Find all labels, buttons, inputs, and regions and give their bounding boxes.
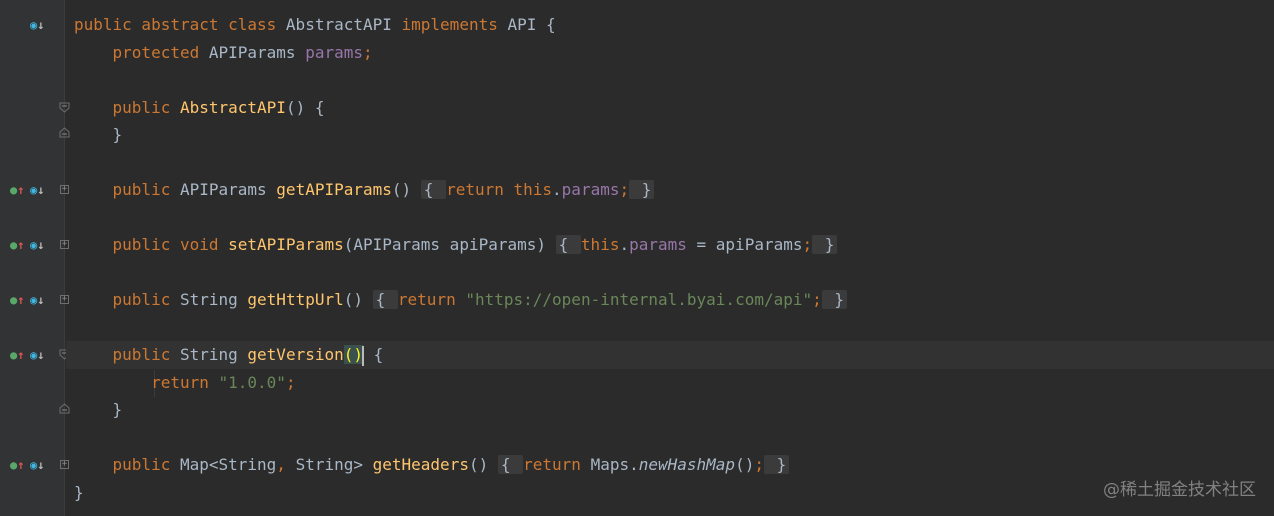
method-name: getAPIParams [276, 180, 392, 199]
folded-brace[interactable]: } [812, 235, 838, 254]
code-text: () [343, 290, 363, 309]
override-icon[interactable]: ●↑ [10, 458, 24, 472]
keyword: return [151, 373, 219, 392]
code-line[interactable]: public AbstractAPI() { [66, 94, 1274, 122]
keyword: public void [112, 235, 229, 254]
code-line[interactable]: } [66, 121, 1274, 149]
string-literal: "1.0.0" [218, 373, 286, 392]
closing-brace: } [112, 125, 123, 144]
keyword: return [397, 290, 466, 309]
code-line[interactable]: public Map<String, String> getHeaders() … [66, 451, 1274, 479]
code-line[interactable]: return "1.0.0"; [66, 369, 1274, 397]
keyword: protected [112, 43, 209, 62]
static-method-call: newHashMap [638, 455, 736, 474]
editor-gutter [0, 0, 64, 516]
implemented-icon[interactable]: ◉↓ [30, 458, 44, 472]
folded-brace[interactable]: } [629, 180, 655, 199]
code-text: . [552, 180, 562, 199]
folded-brace[interactable]: { [372, 290, 398, 309]
closing-brace: } [74, 483, 84, 502]
code-text: () [735, 455, 755, 474]
implemented-icon[interactable]: ◉↓ [30, 348, 44, 362]
code-line[interactable]: public void setAPIParams(APIParams apiPa… [66, 231, 1274, 259]
keyword: this [513, 180, 553, 199]
keyword: public [112, 455, 180, 474]
semicolon: ; [619, 180, 630, 199]
code-text: { [364, 345, 384, 364]
method-name: getHeaders [372, 455, 469, 474]
matched-paren: ( [343, 345, 354, 364]
keyword: public abstract class [74, 15, 286, 34]
semicolon: ; [812, 290, 822, 309]
code-line[interactable]: public abstract class AbstractAPI implem… [66, 11, 1274, 39]
code-text: . [619, 235, 630, 254]
code-text: () [468, 455, 489, 474]
field-name: params [305, 43, 363, 62]
field-name: params [629, 235, 687, 254]
keyword: return [523, 455, 591, 474]
override-icon[interactable]: ●↑ [10, 293, 24, 307]
code-line[interactable]: public String getHttpUrl() { return "htt… [66, 286, 1274, 314]
constructor-name: AbstractAPI [179, 98, 286, 117]
keyword: public [112, 98, 180, 117]
type-name: String [179, 290, 248, 309]
method-name: getHttpUrl [247, 290, 344, 309]
code-text: API { [507, 15, 556, 34]
code-line[interactable]: protected APIParams params; [66, 39, 1274, 67]
override-icon[interactable]: ●↑ [10, 238, 24, 252]
semicolon: ; [754, 455, 764, 474]
method-name: getVersion [247, 345, 344, 364]
code-text: () { [285, 98, 325, 117]
override-icon[interactable]: ●↑ [10, 183, 24, 197]
folded-brace[interactable]: { [555, 235, 581, 254]
comma: , [276, 455, 296, 474]
keyword: implements [401, 15, 508, 34]
code-text: (APIParams apiParams) [343, 235, 547, 254]
watermark: @稀土掘金技术社区 [1103, 480, 1256, 500]
code-line-current[interactable]: public String getVersion() { [66, 341, 1274, 369]
folded-brace[interactable]: } [821, 290, 848, 309]
override-icon[interactable]: ●↑ [10, 348, 24, 362]
keyword: public [112, 180, 180, 199]
semicolon: ; [802, 235, 813, 254]
field-name: params [561, 180, 620, 199]
keyword: public [112, 345, 180, 364]
closing-brace: } [112, 400, 123, 419]
code-text: = apiParams [686, 235, 803, 254]
implemented-icon[interactable]: ◉↓ [30, 293, 44, 307]
keyword: return [446, 180, 514, 199]
semicolon: ; [285, 373, 296, 392]
class-ref: Maps. [590, 455, 639, 474]
type-name: String> [295, 455, 373, 474]
semicolon: ; [362, 43, 373, 62]
gutter-separator [64, 0, 65, 516]
implemented-icon[interactable]: ◉↓ [30, 238, 44, 252]
folded-brace[interactable]: { [420, 180, 447, 199]
type-name: APIParams [179, 180, 277, 199]
code-line[interactable]: } [66, 396, 1274, 424]
method-name: setAPIParams [228, 235, 344, 254]
implemented-icon[interactable]: ◉↓ [30, 183, 44, 197]
folded-brace[interactable]: } [763, 455, 790, 474]
type-name: Map<String [179, 455, 277, 474]
keyword: public [112, 290, 180, 309]
type-name: APIParams [208, 43, 306, 62]
code-line[interactable]: public APIParams getAPIParams() { return… [66, 176, 1274, 204]
type-name: String [179, 345, 248, 364]
class-name: AbstractAPI [285, 15, 402, 34]
code-editor[interactable]: public abstract class AbstractAPI implem… [66, 0, 1274, 516]
keyword: this [580, 235, 620, 254]
code-line[interactable]: } [66, 479, 1274, 507]
folded-brace[interactable]: { [497, 455, 524, 474]
code-text: () [391, 180, 412, 199]
string-literal: "https://open-internal.byai.com/api" [465, 290, 813, 309]
implemented-icon[interactable]: ◉↓ [30, 18, 44, 32]
